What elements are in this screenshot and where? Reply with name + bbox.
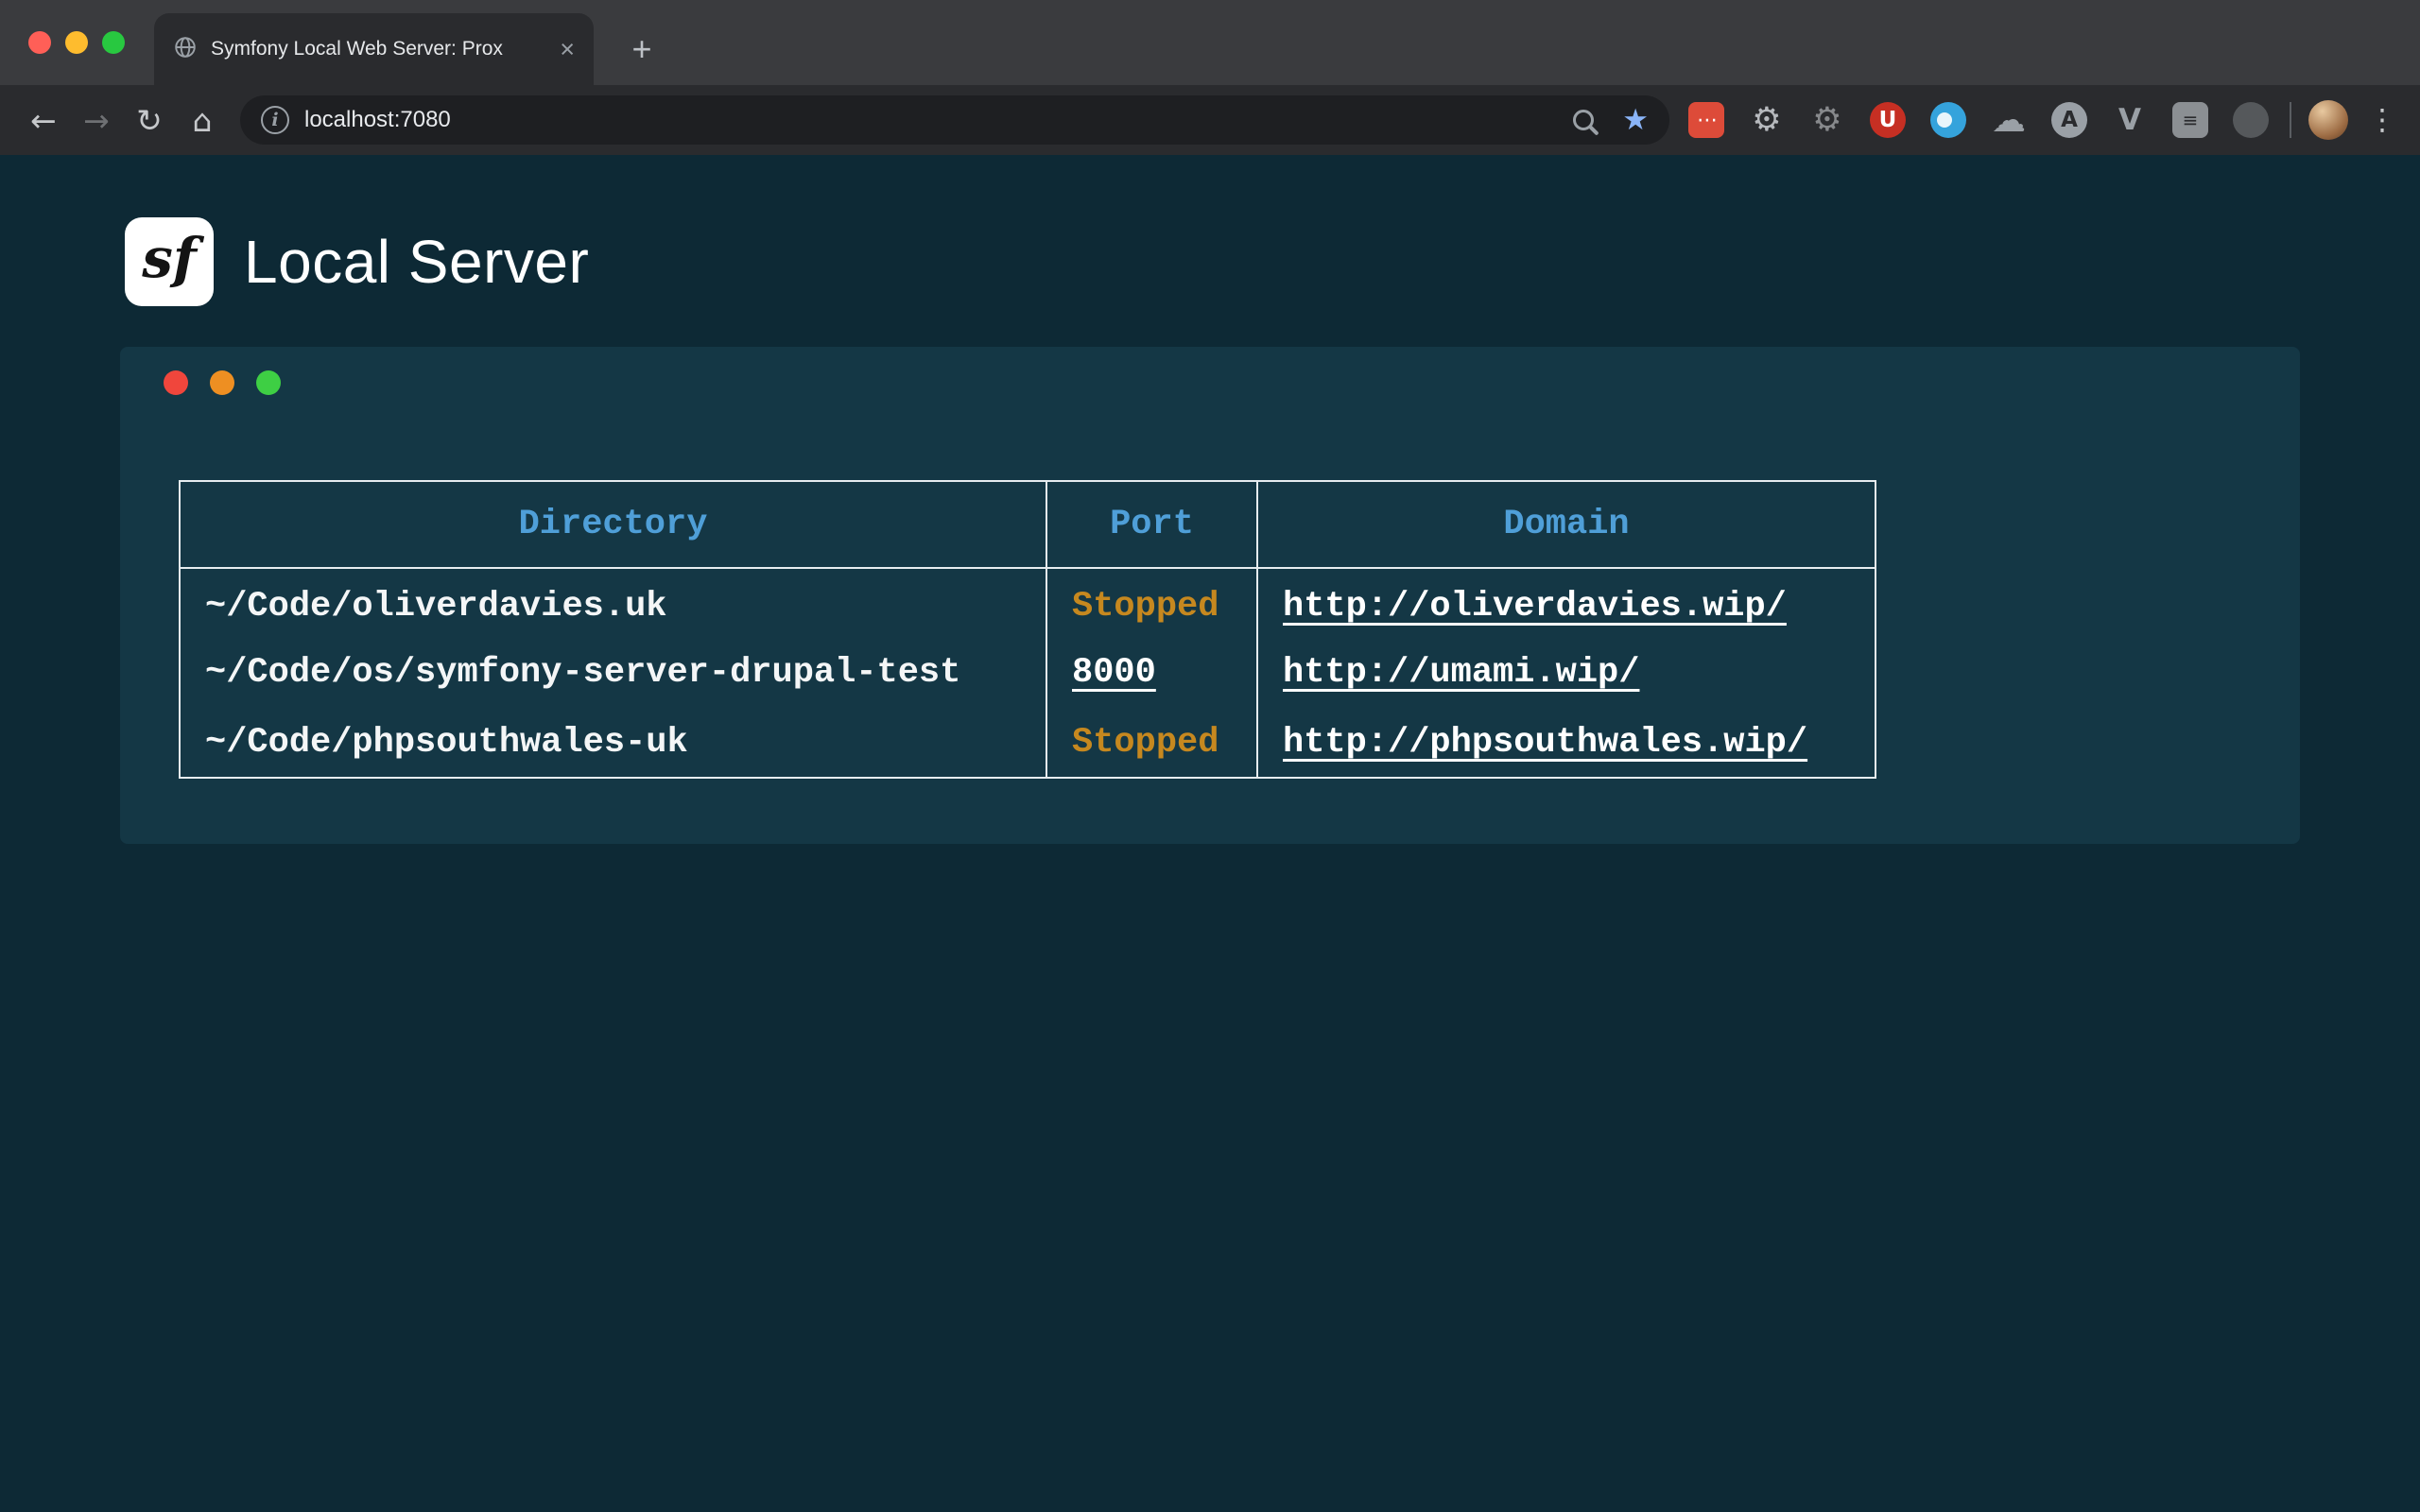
table-header-row: Directory Port Domain [180,481,1876,568]
port-cell: Stopped [1046,568,1257,638]
table-row: ~/Code/oliverdavies.uk Stopped http://ol… [180,568,1876,638]
zoom-icon[interactable] [1573,110,1594,130]
globe-favicon-icon [173,35,198,64]
terminal-dots [164,370,281,395]
reload-icon[interactable]: ↻ [123,94,176,146]
tab-strip: Symfony Local Web Server: Prox × + [0,0,2420,85]
directory-column-header: Directory [180,481,1046,568]
gear-extension-icon[interactable]: ⚙ [1749,102,1785,138]
site-info-icon[interactable]: i [261,106,289,134]
table-row: ~/Code/os/symfony-server-drupal-test 800… [180,638,1876,708]
proxy-table: Directory Port Domain ~/Code/oliverdavie… [179,480,1876,779]
port-column-header: Port [1046,481,1257,568]
port-status: Stopped [1072,723,1219,763]
home-icon[interactable]: ⌂ [176,94,229,146]
forward-icon[interactable]: → [70,94,123,146]
domain-link[interactable]: http://oliverdavies.wip/ [1283,587,1787,627]
blue-circle-extension-icon[interactable] [1930,102,1966,138]
extensions-area: ⋯ ⚙ ⚙ U ☁ A V ≡ [1688,102,2269,138]
dark-gear-extension-icon[interactable]: ⚙ [1809,102,1845,138]
toolbar-divider [2290,102,2291,138]
port-link[interactable]: 8000 [1072,653,1156,693]
green-dot-icon [256,370,281,395]
bookmark-star-icon[interactable]: ★ [1622,106,1649,135]
letter-a-extension-icon[interactable]: A [2051,102,2087,138]
back-icon[interactable]: ← [17,94,70,146]
directory-cell: ~/Code/oliverdavies.uk [180,568,1046,638]
port-cell: Stopped [1046,708,1257,778]
port-cell: 8000 [1046,638,1257,708]
browser-menu-icon[interactable]: ⋮ [2361,95,2403,145]
red-dot-icon [164,370,188,395]
github-extension-icon[interactable] [2233,102,2269,138]
window-minimize-button[interactable] [65,31,88,54]
window-zoom-button[interactable] [102,31,125,54]
server-card: Directory Port Domain ~/Code/oliverdavie… [120,347,2300,844]
browser-tab[interactable]: Symfony Local Web Server: Prox × [154,13,594,85]
domain-cell: http://phpsouthwales.wip/ [1257,708,1876,778]
cloud-extension-icon[interactable]: ☁ [1991,102,2027,138]
red-dots-extension-icon[interactable]: ⋯ [1688,102,1724,138]
port-status: Stopped [1072,587,1219,627]
browser-toolbar: ← → ↻ ⌂ i localhost:7080 ★ ⋯ ⚙ ⚙ U ☁ A V… [0,85,2420,155]
domain-link[interactable]: http://phpsouthwales.wip/ [1283,723,1807,763]
brand-header: sf Local Server [125,217,589,306]
tab-close-icon[interactable]: × [560,37,575,62]
url-text[interactable]: localhost:7080 [304,107,451,133]
window-close-button[interactable] [28,31,51,54]
address-bar[interactable]: i localhost:7080 ★ [240,95,1669,145]
profile-avatar[interactable] [2308,100,2348,140]
table-row: ~/Code/phpsouthwales-uk Stopped http://p… [180,708,1876,778]
symfony-logo: sf [125,217,214,306]
symfony-logo-glyph: sf [142,226,197,298]
orange-dot-icon [210,370,234,395]
tab-title: Symfony Local Web Server: Prox [211,38,546,60]
domain-column-header: Domain [1257,481,1876,568]
domain-link[interactable]: http://umami.wip/ [1283,653,1639,693]
domain-cell: http://oliverdavies.wip/ [1257,568,1876,638]
new-tab-button[interactable]: + [619,26,665,72]
page-title: Local Server [244,227,589,297]
gray-square-extension-icon[interactable]: ≡ [2172,102,2208,138]
window-controls [28,31,125,54]
directory-cell: ~/Code/os/symfony-server-drupal-test [180,638,1046,708]
domain-cell: http://umami.wip/ [1257,638,1876,708]
directory-cell: ~/Code/phpsouthwales-uk [180,708,1046,778]
vimium-extension-icon[interactable]: V [2112,102,2148,138]
ublock-origin-extension-icon[interactable]: U [1870,102,1906,138]
